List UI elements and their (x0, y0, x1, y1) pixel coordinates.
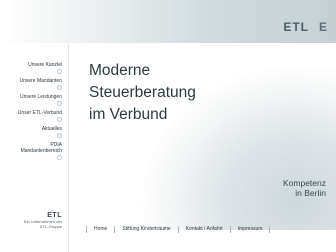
sidebar-item-aktuelles[interactable]: Aktuelles (0, 126, 66, 142)
logo-divider (312, 20, 314, 34)
bullet-icon (57, 117, 62, 122)
footer-link-impressum[interactable]: Impressum (231, 225, 270, 233)
header-bar: ETL E (0, 0, 336, 43)
sidebar-item-label: Unsere Kanzlei (28, 62, 62, 68)
footer-link-kontakt[interactable]: Kontakt / Anfahrt (179, 225, 230, 233)
bullet-icon (57, 133, 62, 138)
sidebar-item-mandantenbereich[interactable]: PDIA Mandantenbereich (0, 142, 66, 162)
logo-text: ETL (283, 20, 309, 34)
tagline-line-2: in Berlin (295, 188, 326, 198)
sidebar-item-label: Unsere Leistungen (20, 94, 62, 100)
sidebar-item-label: Unsere Mandanten (19, 78, 62, 84)
footer-logo-line-2: ETL-Gruppe (39, 224, 62, 229)
footer-logo-name: ETL (47, 212, 62, 219)
footer-link-stiftung[interactable]: Stiftung Kinderträume (115, 225, 177, 233)
bullet-icon (57, 85, 62, 90)
hero-line-2: Steuerberatung (89, 84, 196, 101)
sidebar-nav: Unsere Kanzlei Unsere Mandanten Unsere L… (0, 62, 66, 162)
bullet-icon (57, 69, 62, 74)
hero-panel: Moderne Steuerberatung im Verbund Kompet… (69, 44, 336, 230)
sidebar-item-label: Unser ETL-Verbund (17, 110, 62, 116)
footer-separator (269, 225, 271, 233)
hero-line-1: Moderne (89, 62, 151, 79)
sidebar-item-label: Aktuelles (41, 126, 62, 132)
tagline-line-1: Kompetenz (283, 178, 326, 188)
sidebar-item-unsere-leistungen[interactable]: Unsere Leistungen (0, 94, 66, 110)
hero-headline: Moderne Steuerberatung im Verbund (89, 60, 196, 126)
sidebar-item-unsere-kanzlei[interactable]: Unsere Kanzlei (0, 62, 66, 78)
sidebar-item-unsere-mandanten[interactable]: Unsere Mandanten (0, 78, 66, 94)
tagline: Kompetenz in Berlin (283, 178, 326, 198)
sidebar-item-etl-verbund[interactable]: Unser ETL-Verbund (0, 110, 66, 126)
hero-line-3: im Verbund (89, 106, 168, 123)
footer-link-home[interactable]: Home (87, 225, 114, 233)
bullet-icon (57, 101, 62, 106)
footer-etl-logo[interactable]: ETL Ein Unternehmen der ETL-Gruppe (0, 212, 66, 229)
bullet-icon (57, 155, 62, 160)
logo-letter: E (318, 20, 328, 34)
footer-nav: Home Stiftung Kinderträume Kontakt / Anf… (86, 224, 271, 234)
sidebar-item-label-secondary: Mandantenbereich (20, 148, 62, 154)
etl-logo[interactable]: ETL E (283, 20, 328, 34)
